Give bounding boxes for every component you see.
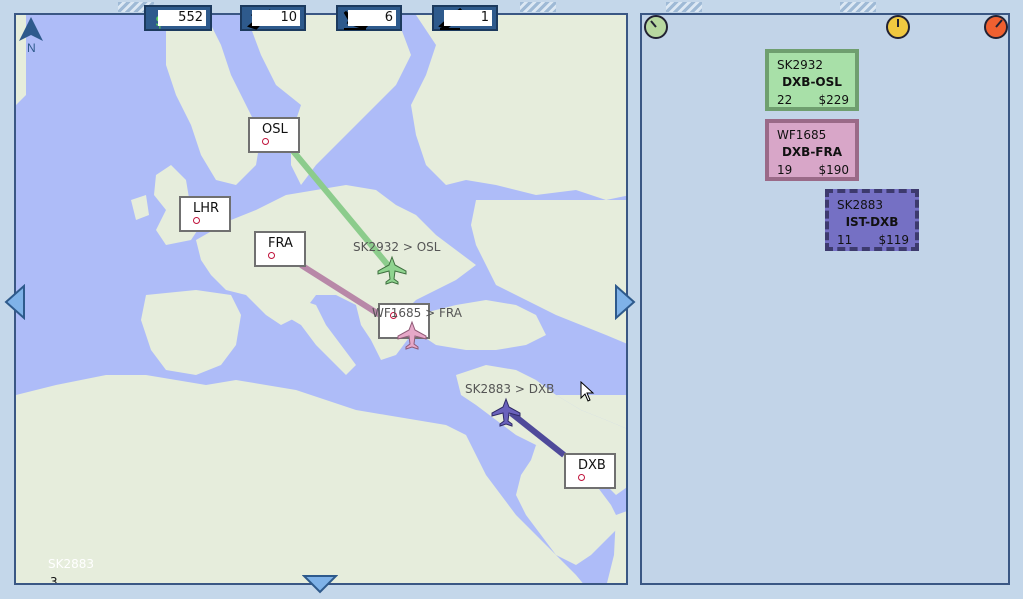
card-route: DXB-OSL [782, 75, 842, 89]
planes-flying-counter: 1 [432, 5, 498, 31]
airport-code: OSL [262, 122, 288, 137]
frame-stripe [840, 2, 876, 12]
airport-osl[interactable]: OSL [248, 117, 300, 153]
frame-stripe [666, 2, 702, 12]
flight-label: WF1685 > FRA [372, 306, 462, 320]
planes-flying-value: 1 [444, 10, 492, 26]
planes-landed-value: 6 [348, 10, 396, 26]
map-land [16, 15, 626, 583]
card-price: $229 [818, 93, 849, 107]
airport-marker-icon [268, 252, 275, 259]
scroll-right-icon[interactable] [614, 284, 636, 320]
clock-medium-icon[interactable] [884, 13, 912, 41]
clock-fast-icon[interactable] [982, 13, 1010, 41]
frame-stripe [520, 2, 556, 12]
card-passengers: 19 [777, 163, 793, 177]
airport-fra[interactable]: FRA [254, 231, 306, 267]
airport-marker-icon [193, 217, 200, 224]
clock-slow-icon[interactable] [642, 13, 670, 41]
card-passengers: 11 [837, 233, 853, 247]
card-route: IST-DXB [845, 215, 899, 229]
selected-count: 3 [50, 575, 58, 585]
card-flight-id: SK2932 [777, 58, 824, 72]
plane-icon[interactable] [396, 320, 428, 350]
airport-marker-icon [262, 138, 269, 145]
flight-label: SK2932 > OSL [353, 240, 441, 254]
flight-label: SK2883 > DXB [465, 382, 555, 396]
airport-lhr[interactable]: LHR [179, 196, 231, 232]
scroll-down-icon[interactable] [302, 574, 338, 594]
card-flight-id: SK2883 [837, 198, 884, 212]
planes-total-value: 10 [252, 10, 300, 26]
airport-code: DXB [578, 458, 606, 473]
mouse-cursor-icon [580, 381, 595, 402]
airport-code: FRA [268, 236, 293, 251]
flight-card-selected[interactable]: SK2883 IST-DXB 11 $119 [825, 189, 919, 251]
planes-landed-counter: 6 [336, 5, 402, 31]
world-map[interactable]: OSL LHR FRA DXB SK2932 > OSL WF1685 > FR… [14, 13, 628, 585]
card-route: DXB-FRA [781, 145, 843, 159]
airport-code: LHR [193, 201, 220, 216]
airport-marker-icon [578, 474, 585, 481]
money-value: 552 [158, 10, 206, 26]
compass-label: N [27, 41, 36, 55]
money-counter: $ 552 [144, 5, 212, 31]
plane-icon[interactable] [490, 397, 522, 427]
selected-flight: SK2883 [48, 557, 95, 571]
card-flight-id: WF1685 [777, 128, 827, 142]
flight-card[interactable]: SK2932 DXB-OSL 22 $229 [765, 49, 859, 111]
card-price: $119 [878, 233, 909, 247]
card-passengers: 22 [777, 93, 793, 107]
compass-north-icon: N [19, 17, 43, 55]
planes-total-counter: 10 [240, 5, 306, 31]
airport-dxb[interactable]: DXB [564, 453, 616, 489]
plane-icon[interactable] [376, 255, 408, 285]
flight-card[interactable]: WF1685 DXB-FRA 19 $190 [765, 119, 859, 181]
card-price: $190 [818, 163, 849, 177]
scroll-left-icon[interactable] [4, 284, 26, 320]
